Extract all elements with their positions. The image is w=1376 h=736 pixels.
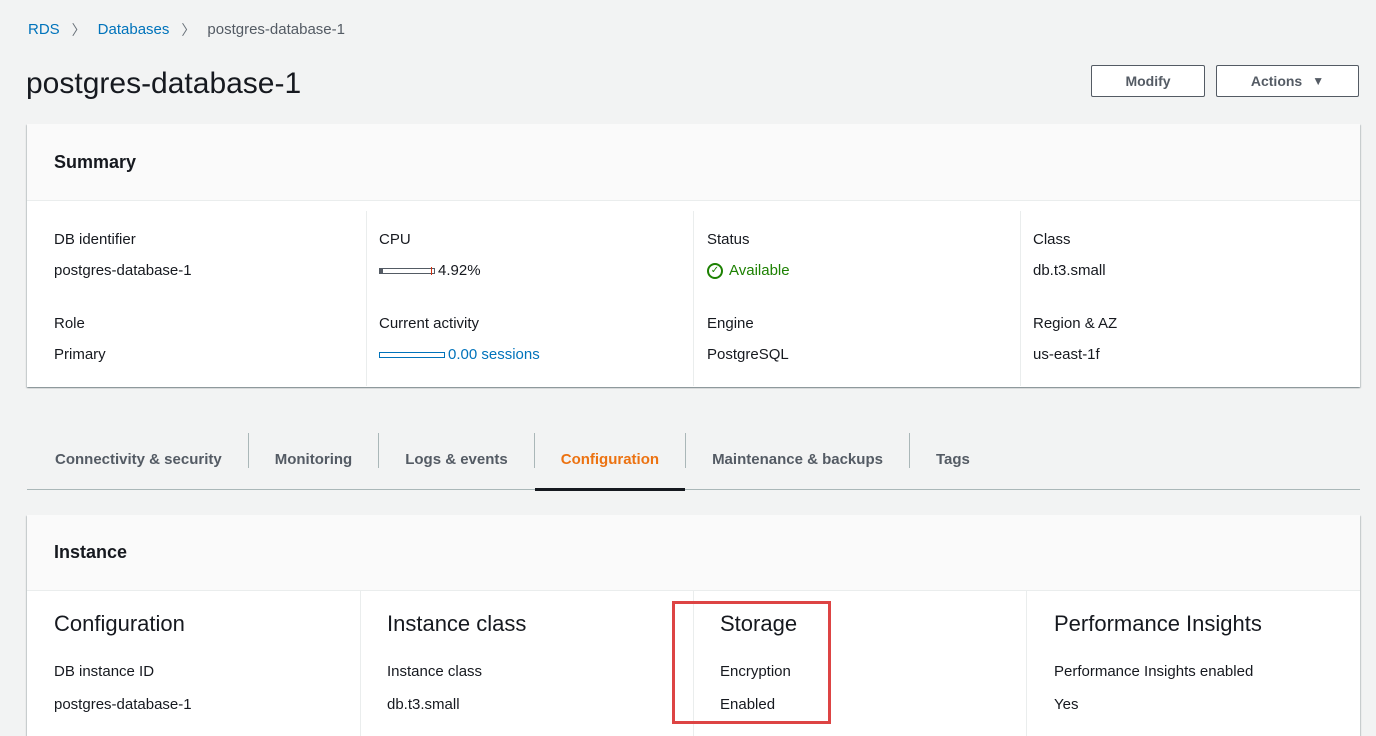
detail-tabs: Connectivity & security Monitoring Logs …: [27, 430, 1360, 491]
actions-button-label: Actions: [1250, 73, 1303, 89]
status-text: Available: [729, 262, 790, 279]
instance-column-configuration: Configuration DB instance ID postgres-da…: [27, 591, 360, 736]
performance-insights-heading: Performance Insights: [1054, 611, 1262, 636]
engine-value: PostgreSQL: [707, 346, 789, 363]
caret-down-icon: ▼: [1312, 74, 1325, 88]
summary-column-cpu: CPU 4.92% Current activity 0.00 sessions: [366, 211, 693, 386]
role-label: Role: [54, 315, 85, 332]
engine-label: Engine: [707, 315, 754, 332]
performance-insights-enabled-label: Performance Insights enabled: [1054, 663, 1254, 680]
current-activity-link[interactable]: 0.00 sessions: [379, 346, 540, 364]
tab-label: Logs & events: [405, 451, 508, 468]
tab-connectivity-security[interactable]: Connectivity & security: [27, 430, 248, 489]
instance-column-performance: Performance Insights Performance Insight…: [1026, 591, 1360, 736]
summary-header: Summary: [27, 124, 1360, 201]
instance-class-label: Instance class: [387, 663, 483, 680]
instance-column-class: Instance class Instance class db.t3.smal…: [360, 591, 693, 736]
tab-label: Monitoring: [274, 451, 353, 468]
status-value: ✓ Available: [707, 262, 790, 280]
tab-logs-events[interactable]: Logs & events: [379, 430, 534, 489]
class-value: db.t3.small: [1033, 262, 1106, 279]
breadcrumb-separator-icon: 〉: [71, 22, 86, 38]
rds-database-page: RDS 〉 Databases 〉 postgres-database-1 po…: [0, 0, 1376, 736]
tab-label: Configuration: [560, 451, 660, 468]
status-label: Status: [707, 231, 750, 248]
tab-configuration[interactable]: Configuration: [534, 430, 686, 491]
tab-label: Connectivity & security: [55, 451, 222, 468]
cpu-meter-fill: [380, 269, 383, 274]
summary-column-status: Status ✓ Available Engine PostgreSQL: [693, 211, 1020, 386]
summary-column-class: Class db.t3.small Region & AZ us-east-1f: [1020, 211, 1360, 386]
summary-grid: DB identifier postgres-database-1 Role P…: [27, 201, 1360, 387]
region-az-label: Region & AZ: [1033, 315, 1118, 332]
cpu-label: CPU: [379, 231, 411, 248]
tab-tags[interactable]: Tags: [910, 430, 996, 489]
activity-meter: [379, 352, 445, 359]
db-identifier-label: DB identifier: [54, 231, 136, 248]
cpu-meter-threshold: [431, 267, 432, 276]
class-label: Class: [1033, 231, 1071, 248]
tab-maintenance-backups[interactable]: Maintenance & backups: [686, 430, 909, 489]
instance-class-heading: Instance class: [387, 611, 527, 636]
breadcrumb-rds-link[interactable]: RDS: [28, 20, 60, 40]
breadcrumb-separator-icon: 〉: [181, 22, 196, 38]
activity-value-text: 0.00 sessions: [448, 346, 540, 363]
role-value: Primary: [54, 346, 106, 363]
breadcrumb-databases-link[interactable]: Databases: [98, 20, 170, 40]
actions-dropdown-button[interactable]: Actions ▼: [1216, 65, 1359, 97]
modify-button-label: Modify: [1125, 73, 1171, 89]
tab-label: Tags: [935, 451, 970, 468]
db-instance-id-value: postgres-database-1: [54, 696, 192, 713]
tab-monitoring[interactable]: Monitoring: [249, 430, 378, 489]
summary-panel: Summary DB identifier postgres-database-…: [27, 124, 1360, 387]
db-instance-id-label: DB instance ID: [54, 663, 155, 680]
performance-insights-enabled-value: Yes: [1054, 696, 1079, 713]
db-identifier-value: postgres-database-1: [54, 262, 192, 279]
breadcrumb: RDS 〉 Databases 〉 postgres-database-1: [28, 20, 345, 40]
tab-label: Maintenance & backups: [712, 451, 883, 468]
cpu-value: 4.92%: [379, 262, 481, 280]
instance-header: Instance: [27, 515, 1360, 591]
breadcrumb-current: postgres-database-1: [207, 21, 345, 38]
modify-button[interactable]: Modify: [1091, 65, 1205, 97]
region-az-value: us-east-1f: [1033, 346, 1100, 363]
instance-class-value: db.t3.small: [387, 696, 460, 713]
check-circle-icon: ✓: [707, 263, 723, 279]
configuration-heading: Configuration: [54, 611, 185, 636]
current-activity-label: Current activity: [379, 315, 480, 332]
cpu-meter: [379, 267, 435, 276]
storage-highlight-box: [672, 601, 831, 724]
page-title: postgres-database-1: [26, 67, 302, 100]
cpu-percent-text: 4.92%: [438, 262, 481, 279]
summary-column-identifier: DB identifier postgres-database-1 Role P…: [27, 211, 366, 386]
